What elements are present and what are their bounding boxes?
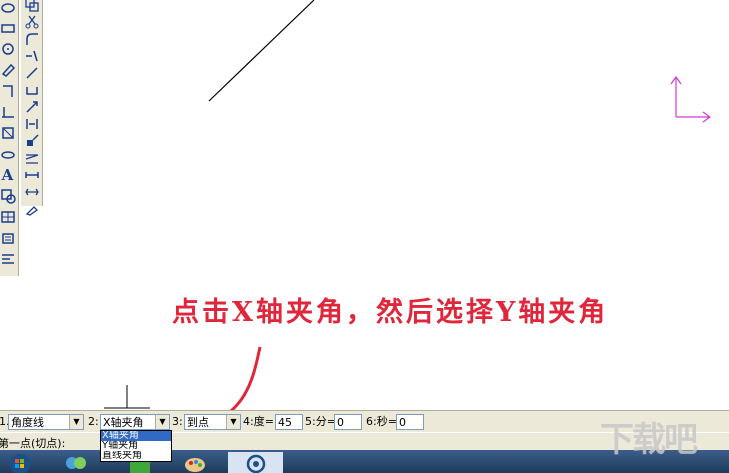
dropdown-option-x-angle[interactable]: X轴夹角 <box>101 431 171 441</box>
table-tool-icon[interactable] <box>0 207 17 227</box>
param3-prefix: 3: <box>172 415 183 428</box>
circle-tool-icon[interactable] <box>0 39 17 59</box>
modify-toolbar <box>21 0 43 216</box>
end-mode-select[interactable]: 到点 ▼ <box>184 414 241 430</box>
rectangle-tool-icon[interactable] <box>0 18 17 38</box>
fillet-tool-icon[interactable] <box>23 31 41 47</box>
text-tool-icon[interactable]: A <box>0 165 17 185</box>
taskbar-app-media[interactable] <box>56 452 96 473</box>
point-tool-icon[interactable] <box>0 144 17 164</box>
windows-logo-icon <box>10 453 30 473</box>
drawing-canvas[interactable] <box>44 0 729 410</box>
degree-label: 4:度= <box>243 415 274 428</box>
minute-label: 5:分= <box>305 415 336 428</box>
cursor-crosshair <box>104 385 150 409</box>
taskbar-app-cad[interactable] <box>228 452 283 473</box>
tutorial-annotation: 点击X轴夹角，然后选择Y轴夹角 <box>172 297 609 328</box>
scissors-tool-icon[interactable] <box>23 14 41 30</box>
taskbar-app-paint[interactable] <box>175 452 215 473</box>
measure-tool-icon[interactable] <box>23 167 41 183</box>
media-app-icon <box>66 456 86 469</box>
minute-input[interactable]: 0 <box>334 414 362 430</box>
angle-reference-select[interactable]: X轴夹角 ▼ <box>100 414 170 430</box>
command-prompt: 第一点(切点): <box>0 437 66 450</box>
polyline-tool-icon[interactable] <box>0 81 17 101</box>
canvas-graphics <box>104 0 712 410</box>
line-type-select[interactable]: 角度线 ▼ <box>8 414 84 430</box>
angle-reference-value: X轴夹角 <box>103 416 144 429</box>
end-mode-value: 到点 <box>187 416 209 429</box>
move-tool-icon[interactable] <box>23 133 41 149</box>
extend-tool-icon[interactable] <box>23 48 41 64</box>
array-tool-icon[interactable] <box>23 150 41 166</box>
dropdown-option-line-angle[interactable]: 直线夹角 <box>101 451 171 461</box>
second-label: 6:秒= <box>366 415 397 428</box>
chevron-down-icon[interactable]: ▼ <box>226 415 240 429</box>
left-toolbar: A <box>0 0 19 276</box>
dimension-tool-icon[interactable] <box>0 123 17 143</box>
drawn-line <box>208 0 315 102</box>
angle-reference-dropdown[interactable]: X轴夹角 Y轴夹角 直线夹角 <box>100 430 172 462</box>
coordinate-axis-icon <box>670 75 712 123</box>
stretch-tool-icon[interactable] <box>23 184 41 200</box>
copy-tool-icon[interactable] <box>23 0 41 13</box>
align-tool-icon[interactable] <box>0 249 17 269</box>
second-input[interactable]: 0 <box>396 414 424 430</box>
bracket-tool-icon[interactable] <box>23 116 41 132</box>
hatch-tool-icon[interactable] <box>0 186 17 206</box>
site-watermark: 下载吧 <box>600 420 698 460</box>
ellipse-tool-icon[interactable] <box>0 0 17 17</box>
frame-tool-icon[interactable] <box>23 82 41 98</box>
start-button[interactable] <box>0 452 40 473</box>
eraser-tool-icon[interactable] <box>0 60 17 80</box>
cad-app-icon <box>246 454 265 473</box>
param2-prefix: 2: <box>88 415 99 428</box>
angle-tool-icon[interactable] <box>0 102 17 122</box>
dropdown-option-y-angle[interactable]: Y轴夹角 <box>101 441 171 451</box>
chevron-down-icon[interactable]: ▼ <box>69 415 83 429</box>
insert-tool-icon[interactable] <box>0 228 17 248</box>
brush-tool-icon[interactable] <box>23 201 41 217</box>
chevron-down-icon[interactable]: ▼ <box>155 415 169 429</box>
paint-palette-icon <box>185 457 205 472</box>
explode-tool-icon[interactable] <box>23 99 41 115</box>
line-type-value: 角度线 <box>11 416 44 429</box>
degree-input[interactable]: 45 <box>275 414 303 430</box>
annotation-arrow <box>229 346 262 410</box>
line-tool-icon[interactable] <box>23 65 41 81</box>
